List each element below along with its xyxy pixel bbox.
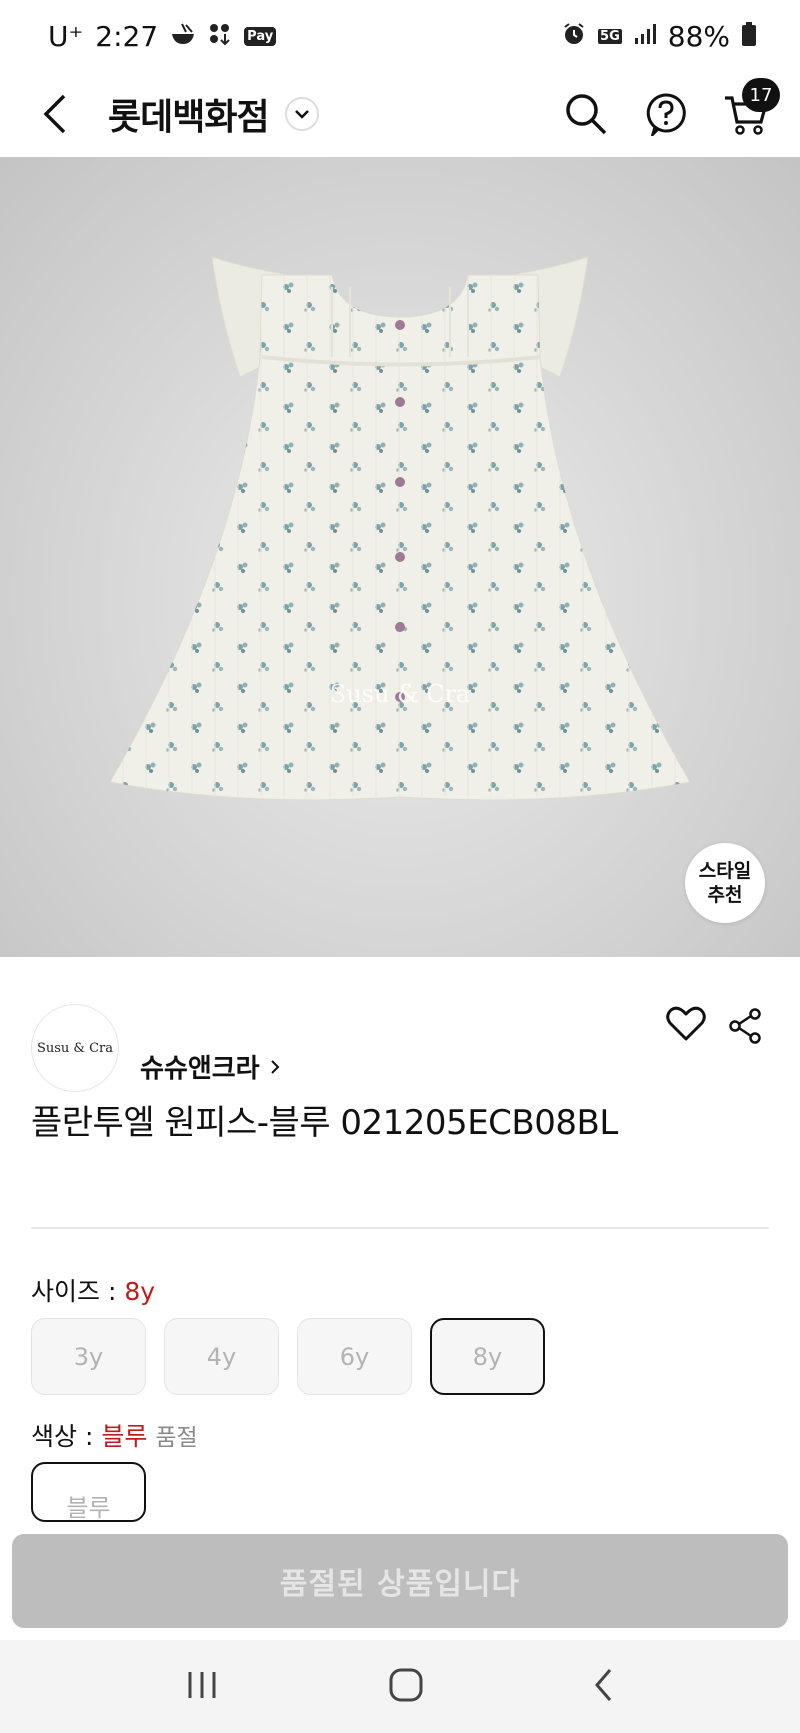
alarm-icon	[562, 22, 586, 51]
style-rec-line2: 추천	[707, 884, 743, 906]
share-icon	[729, 1008, 761, 1044]
color-label-text: 색상 :	[31, 1422, 102, 1451]
size-selected-value: 8y	[124, 1277, 156, 1306]
search-icon	[566, 94, 607, 135]
cart-button[interactable]: 17	[720, 78, 780, 140]
store-dropdown-button[interactable]	[284, 97, 319, 131]
header-actions: 17	[560, 78, 780, 140]
status-left: U⁺ 2:27 Pay	[48, 19, 277, 53]
size-chip-4y[interactable]: 4y	[164, 1318, 279, 1395]
size-chip-3y[interactable]: 3y	[31, 1318, 146, 1395]
color-chip-blue[interactable]: 블루	[31, 1462, 146, 1522]
system-back-button[interactable]	[594, 1668, 614, 1706]
recent-apps-icon	[188, 1671, 216, 1698]
home-button[interactable]	[389, 1668, 423, 1706]
image-watermark: Susu & Cra	[329, 680, 471, 708]
size-chip-8y[interactable]: 8y	[430, 1318, 545, 1395]
brand-name: 슈슈앤크라	[140, 1054, 260, 1084]
size-label-text: 사이즈 :	[31, 1277, 125, 1306]
page-title[interactable]: 롯데백화점	[108, 88, 270, 140]
soldout-button[interactable]: 품절된 상품입니다	[12, 1534, 788, 1628]
back-button[interactable]	[28, 88, 80, 140]
style-recommend-button[interactable]: 스타일 추천	[685, 843, 765, 923]
chevron-left-icon	[43, 94, 66, 134]
dress-illustration	[109, 256, 691, 801]
size-options: 3y 4y 6y 8y	[31, 1318, 545, 1395]
brand-link[interactable]: 슈슈앤크라	[140, 1048, 280, 1085]
dots-download-icon	[208, 22, 232, 51]
pay-icon: Pay	[244, 26, 277, 46]
bowl-icon	[170, 22, 196, 51]
wishlist-button[interactable]	[666, 1006, 706, 1046]
chevron-down-icon	[294, 110, 309, 119]
system-nav-bar	[0, 1640, 800, 1733]
status-right: 5G 88%	[562, 20, 756, 53]
size-option-label: 사이즈 : 8y	[31, 1272, 155, 1308]
battery-percent: 88%	[667, 19, 730, 53]
help-icon	[646, 93, 686, 136]
home-icon	[389, 1668, 423, 1701]
app-header: 롯데백화점 17	[0, 72, 800, 156]
product-title: 플란투엘 원피스-블루 021205ECB08BL	[31, 1103, 618, 1143]
cart-count-badge: 17	[742, 78, 780, 112]
color-options: 블루	[31, 1462, 146, 1522]
carrier-label: U⁺	[48, 19, 84, 53]
status-bar: U⁺ 2:27 Pay 5G 88%	[0, 0, 800, 72]
color-status: 품절	[155, 1425, 198, 1451]
signal-icon	[634, 23, 656, 50]
clock: 2:27	[95, 19, 159, 53]
back-icon	[595, 1668, 612, 1701]
recent-apps-button[interactable]	[186, 1670, 218, 1704]
share-button[interactable]	[728, 1008, 762, 1048]
color-selected-value: 블루	[101, 1422, 148, 1451]
color-option-label: 색상 : 블루 품절	[31, 1417, 198, 1453]
heart-icon	[666, 1006, 706, 1041]
battery-icon	[742, 21, 756, 51]
help-button[interactable]	[640, 88, 692, 140]
5g-icon: 5G	[598, 28, 622, 44]
search-button[interactable]	[560, 88, 612, 140]
chevron-right-icon	[270, 1059, 280, 1074]
brand-logo[interactable]: Susu & Cra	[31, 1004, 119, 1092]
size-chip-6y[interactable]: 6y	[297, 1318, 412, 1395]
divider	[31, 1227, 769, 1229]
product-image[interactable]: Susu & Cra	[0, 157, 800, 957]
style-rec-line1: 스타일	[698, 860, 752, 882]
